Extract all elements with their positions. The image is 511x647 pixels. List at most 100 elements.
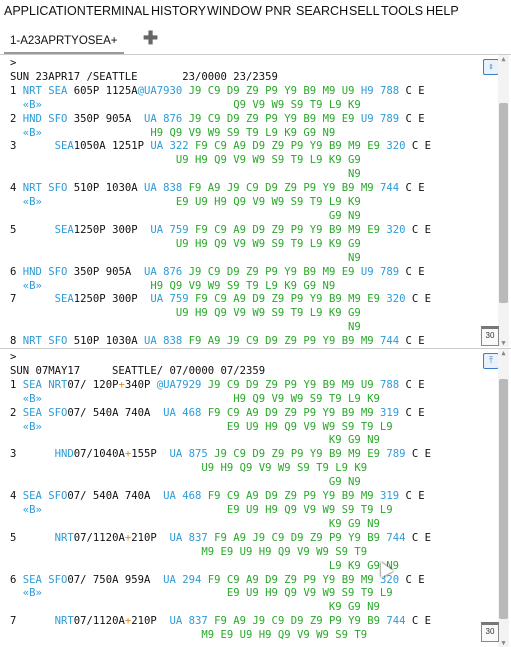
terminal-text-segment: 07/ 750A 959A — [67, 573, 164, 586]
terminal-line: M9 E9 U9 H9 Q9 V9 W9 S9 T9 — [10, 546, 431, 560]
terminal-line: «B» Q9 V9 W9 S9 T9 L9 K9 — [10, 99, 431, 113]
tab-terminal-1[interactable]: 1-A23APRTYOSEA+ — [4, 30, 124, 54]
menu-application[interactable]: APPLICATION — [4, 4, 86, 18]
terminal-line: L9 K9 G9 N9 — [10, 560, 431, 574]
terminal-line: 1 NRT SEA 605P 1125A@UA7930 J9 C9 D9 Z9 … — [10, 85, 431, 99]
terminal-line: K9 G9 N9 — [10, 518, 431, 532]
terminal-text-segment: HND SFO — [22, 112, 68, 125]
terminal-text-segment: N9 — [10, 168, 361, 181]
terminal-pane-2[interactable]: > SUN 07MAY17 SEATTLE/ 07/0000 07/2359 1 … — [0, 348, 511, 647]
terminal-text-segment: C E — [399, 406, 425, 419]
terminal-text-segment: K9 G9 N9 — [10, 434, 380, 447]
scrollbar-1[interactable]: ▲ ▼ — [498, 55, 509, 347]
terminal-text-segment: 1 — [10, 378, 23, 391]
terminal-line: N9 — [10, 252, 431, 266]
terminal-text-segment: G9 N9 — [10, 476, 361, 489]
terminal-text-segment: C E — [405, 223, 431, 236]
terminal-text-segment: NRT — [54, 615, 74, 628]
terminal-line: «B» E9 U9 H9 Q9 V9 W9 S9 T9 L9 K9 — [10, 196, 431, 210]
terminal-text-segment: 1250P 300P — [73, 293, 151, 306]
scrollbar-2[interactable]: ▲ ▼ — [498, 349, 509, 647]
scroll-thumb-1[interactable] — [499, 103, 508, 303]
terminal-line: > — [10, 351, 431, 365]
terminal-text-segment: 744 — [379, 182, 400, 195]
terminal-line: U9 H9 Q9 V9 W9 S9 T9 L9 K9 G9 — [10, 238, 431, 252]
terminal-text-segment: SEA NRT — [22, 378, 68, 391]
terminal-line: M9 E9 U9 H9 Q9 V9 W9 S9 T9 — [10, 629, 431, 643]
terminal-line: «B» E9 U9 H9 Q9 V9 W9 S9 T9 L9 — [10, 587, 431, 601]
terminal-line: «B» H9 Q9 V9 W9 S9 T9 L9 K9 G9 N9 — [10, 280, 431, 294]
menu-pnr[interactable]: PNR — [265, 4, 291, 18]
scroll-thumb-2[interactable] — [499, 379, 508, 619]
menu-help[interactable]: HELP — [426, 4, 459, 18]
terminal-text-segment: 319 — [379, 490, 400, 503]
terminal-text-segment: J9 C9 D9 Z9 P9 Y9 B9 M9 E9 — [182, 265, 361, 278]
scroll-down-icon[interactable]: ▼ — [499, 339, 508, 347]
terminal-text-segment: HND SFO — [22, 265, 68, 278]
terminal-line: «B» H9 Q9 V9 W9 S9 T9 L9 K9 — [10, 393, 431, 407]
terminal-text-segment: UA 759 — [150, 223, 189, 236]
scroll-sync-icon[interactable]: ⇕ — [483, 59, 499, 75]
menu-window[interactable]: WINDOW — [207, 4, 262, 18]
terminal-text-segment: 744 — [386, 531, 406, 544]
menu-history[interactable]: HISTORY — [151, 4, 206, 18]
terminal-text-segment: UA 322 — [150, 140, 189, 153]
terminal-pane-1[interactable]: > SUN 23APR17 /SEATTLE 23/0000 23/2359 1 … — [0, 54, 511, 347]
terminal-text-segment: @UA7930 — [137, 84, 183, 97]
menu-sell[interactable]: SELL — [349, 4, 380, 18]
scroll-up-icon[interactable]: ▲ — [499, 55, 508, 63]
terminal-text-segment: 3 — [10, 140, 55, 153]
terminal-text-segment: U9 789 — [360, 112, 400, 125]
terminal-line: 6 HND SFO 350P 905A UA 876 J9 C9 D9 Z9 P… — [10, 266, 431, 280]
terminal-text-segment: E9 U9 H9 Q9 V9 W9 S9 T9 L9 — [41, 587, 393, 600]
menu-tools[interactable]: TOOLS — [381, 4, 423, 18]
terminal-line: 6 SEA SFO07/ 750A 959A UA 294 F9 C9 A9 D… — [10, 574, 431, 588]
scroll-to-top-icon[interactable]: ⤒ — [483, 353, 499, 369]
terminal-line: 8 NRT SFO 510P 1030A UA 838 F9 A9 J9 C9 … — [10, 335, 431, 347]
terminal-text-segment: F9 A9 J9 C9 D9 Z9 P9 Y9 B9 M9 — [182, 182, 380, 195]
menu-terminal[interactable]: TERMINAL — [86, 4, 149, 18]
terminal-text-segment: U9 H9 Q9 V9 W9 S9 T9 L9 K9 G9 — [10, 237, 361, 250]
terminal-line: 1 SEA NRT07/ 120P+340P @UA7929 J9 C9 D9 … — [10, 379, 431, 393]
terminal-line: 7 NRT07/1120A+210P UA 837 F9 A9 J9 C9 D9… — [10, 615, 431, 629]
terminal-text-segment: C E — [399, 490, 425, 503]
terminal-text-segment: C E — [405, 531, 432, 544]
terminal-text-segment: SEA SFO — [22, 573, 68, 586]
terminal-text-segment: H9 Q9 V9 W9 S9 T9 L9 K9 G9 N9 — [41, 279, 336, 292]
terminal-text-segment: 510P 1030A — [67, 335, 144, 347]
terminal-text-segment: SEA SFO — [22, 406, 68, 419]
terminal-text-segment: HND — [54, 448, 74, 461]
calendar-icon[interactable]: 30 — [481, 622, 499, 642]
terminal-text-segment: Q9 V9 W9 S9 T9 L9 K9 — [41, 98, 361, 111]
scroll-up-icon[interactable]: ▲ — [499, 349, 508, 357]
terminal-text-segment: C E — [399, 335, 425, 347]
calendar-icon[interactable]: 30 — [481, 326, 499, 346]
menu-search[interactable]: SEARCH — [296, 4, 348, 18]
terminal-text-segment: UA 838 — [143, 335, 183, 347]
terminal-output-1: > SUN 23APR17 /SEATTLE 23/0000 23/2359 1 … — [10, 57, 431, 347]
terminal-text-segment: UA 468 — [163, 406, 202, 419]
terminal-text-segment: U9 789 — [360, 265, 400, 278]
terminal-text-segment: C E — [405, 448, 432, 461]
terminal-text-segment: 8 — [10, 335, 23, 347]
terminal-text-segment: 1050A 1251P — [73, 140, 151, 153]
terminal-text-segment: @UA7929 — [156, 378, 202, 391]
terminal-text-segment: 4 — [10, 490, 23, 503]
terminal-text-segment: E9 U9 H9 Q9 V9 W9 S9 T9 L9 — [41, 420, 393, 433]
terminal-text-segment: 07/1120A — [73, 531, 125, 544]
terminal-text-segment: NRT SFO — [22, 335, 68, 347]
plus-icon[interactable]: ✚ — [143, 28, 158, 49]
terminal-text-segment: 07/ 120P — [67, 378, 119, 391]
terminal-text-segment: > — [10, 57, 23, 69]
terminal-line: «B» H9 Q9 V9 W9 S9 T9 L9 K9 G9 N9 — [10, 127, 431, 141]
terminal-text-segment: F9 A9 J9 C9 D9 Z9 P9 Y9 B9 — [207, 531, 387, 544]
terminal-text-segment: SEA — [54, 223, 74, 236]
terminal-text-segment: E9 U9 H9 Q9 V9 W9 S9 T9 L9 K9 — [41, 196, 361, 209]
terminal-text-segment: SUN 23APR17 /SEATTLE 23/0000 23/2359 — [10, 70, 278, 83]
terminal-text-segment: 6 — [10, 265, 23, 278]
terminal-text-segment: F9 C9 A9 D9 Z9 P9 Y9 B9 M9 — [201, 406, 380, 419]
terminal-text-segment: F9 C9 A9 D9 Z9 P9 Y9 B9 M9 E9 — [188, 140, 387, 153]
terminal-text-segment: E9 U9 H9 Q9 V9 W9 S9 T9 L9 — [41, 503, 393, 516]
terminal-text-segment: C E — [399, 182, 425, 195]
terminal-text-segment: 320 — [386, 293, 406, 306]
